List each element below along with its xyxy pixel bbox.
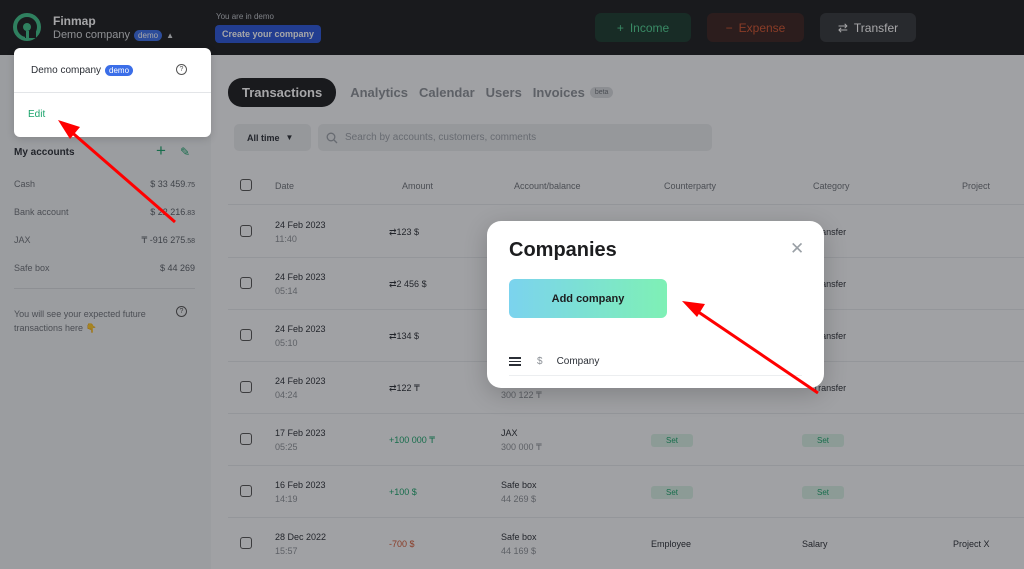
company-dropdown: Demo company demo ? Edit bbox=[14, 48, 211, 137]
currency-symbol: $ bbox=[537, 356, 543, 367]
modal-title: Companies bbox=[509, 239, 617, 261]
companies-modal: Companies ✕ Add company $ Company bbox=[487, 221, 824, 388]
dropdown-company-name: Demo company bbox=[31, 65, 102, 76]
dropdown-divider bbox=[14, 92, 211, 93]
demo-badge: demo bbox=[105, 65, 134, 76]
drag-handle-icon[interactable] bbox=[509, 357, 521, 366]
company-list-item[interactable]: $ Company bbox=[509, 348, 802, 376]
help-icon[interactable]: ? bbox=[176, 64, 187, 75]
close-icon[interactable]: ✕ bbox=[790, 239, 804, 259]
dropdown-company-item[interactable]: Demo company demo bbox=[31, 65, 134, 76]
edit-companies-link[interactable]: Edit bbox=[28, 109, 45, 120]
add-company-button[interactable]: Add company bbox=[509, 279, 667, 318]
company-item-name: Company bbox=[556, 356, 600, 367]
